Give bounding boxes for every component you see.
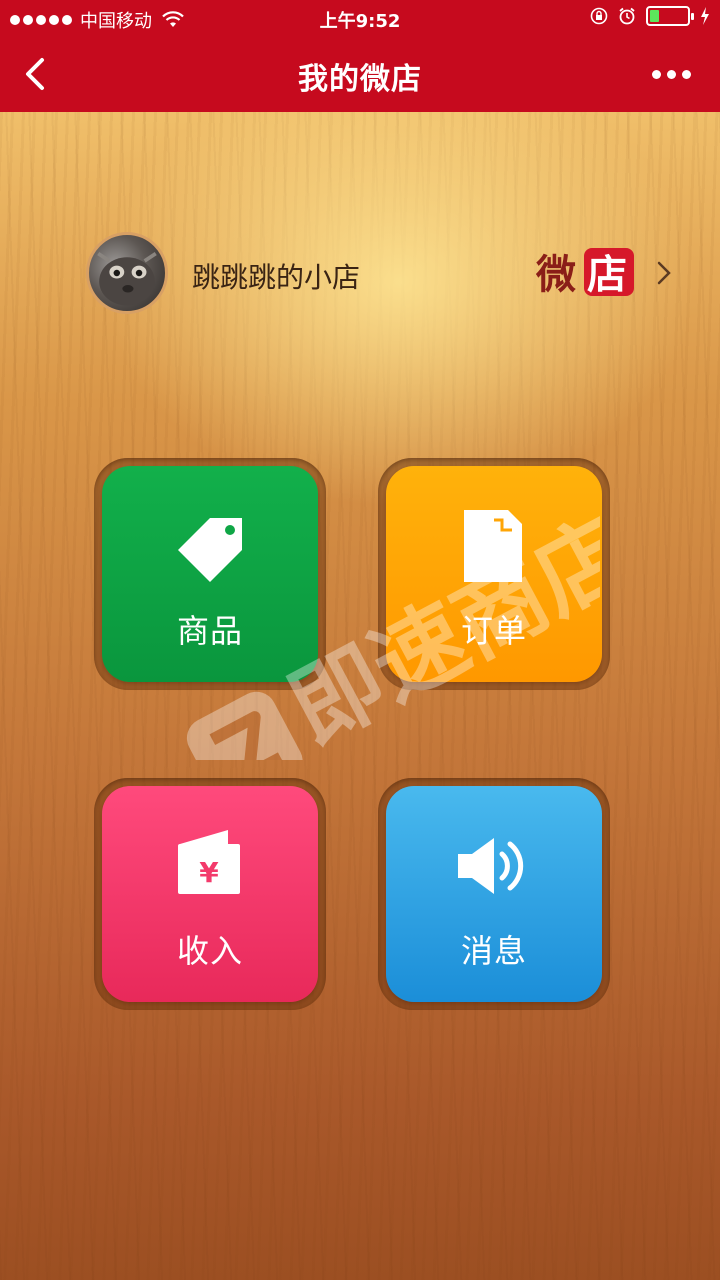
tile-frame-orders: 订单 [378, 458, 610, 690]
alarm-icon [619, 7, 635, 25]
nav-bar: 我的微店 [0, 36, 720, 112]
shop-name: 跳跳跳的小店 [192, 261, 361, 294]
products-label: 商品 [176, 612, 243, 650]
orders-label: 订单 [460, 612, 527, 650]
products-tile[interactable]: 商品 [102, 466, 318, 682]
logo-char-1: 微 [536, 252, 576, 298]
weidian-logo: 微 店 [536, 248, 634, 298]
cat-avatar-image [97, 251, 157, 306]
messages-label: 消息 [460, 932, 527, 970]
logo-char-2: 店 [587, 252, 627, 298]
orders-tile[interactable]: 订单 [386, 466, 602, 682]
document-icon [386, 506, 602, 586]
status-bar: 中国移动 上午9:52 [0, 0, 720, 36]
status-right [590, 6, 710, 26]
income-tile[interactable]: ¥ 收入 [102, 786, 318, 1002]
tag-icon [102, 506, 318, 586]
orientation-lock-icon [590, 7, 608, 25]
tile-frame-income: ¥ 收入 [94, 778, 326, 1010]
shop-row[interactable]: 跳跳跳的小店 微 店 [86, 232, 686, 316]
more-button[interactable] [652, 64, 692, 84]
speaker-icon [386, 826, 602, 906]
avatar [86, 232, 168, 314]
battery-icon [646, 6, 694, 26]
wallet-icon: ¥ [102, 826, 318, 906]
messages-tile[interactable]: 消息 [386, 786, 602, 1002]
page-title: 我的微店 [298, 62, 422, 97]
top-bar: 中国移动 上午9:52 我的微店 [0, 0, 720, 112]
svg-text:¥: ¥ [199, 856, 219, 889]
tile-frame-products: 商品 [94, 458, 326, 690]
income-label: 收入 [176, 932, 243, 970]
chevron-right-icon [657, 261, 671, 285]
tile-frame-messages: 消息 [378, 778, 610, 1010]
charging-icon [701, 7, 709, 25]
